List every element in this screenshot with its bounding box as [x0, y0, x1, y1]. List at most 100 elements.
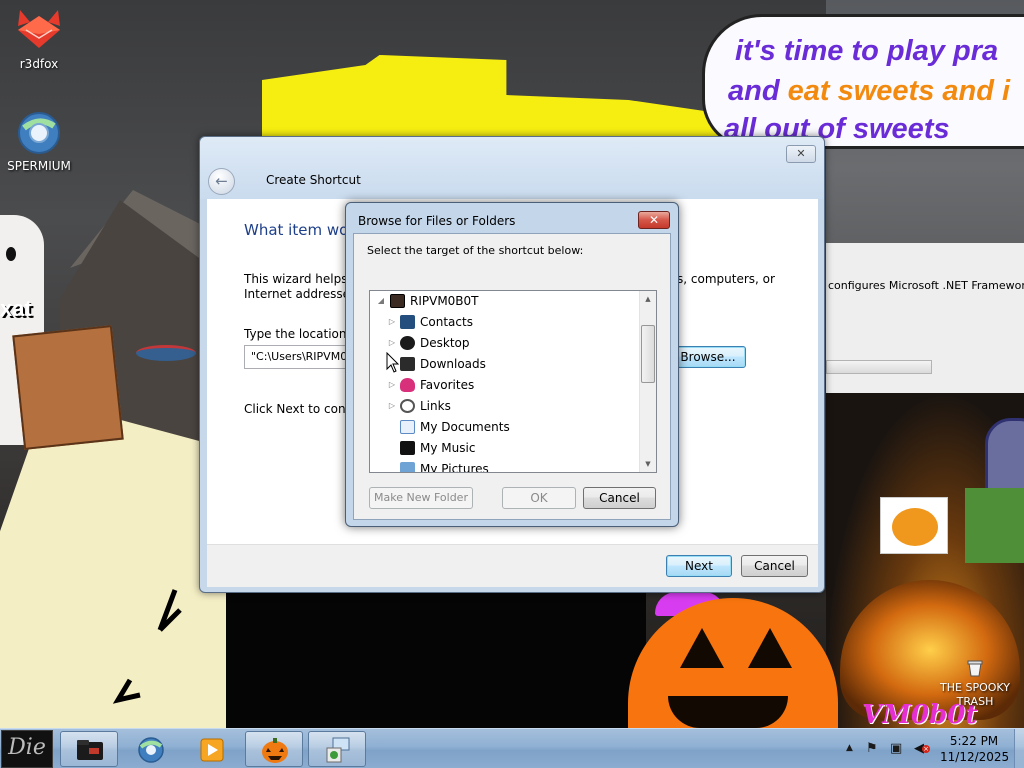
desktop-icon-spermium[interactable]: SPERMIUM [0, 110, 78, 174]
browse-button[interactable]: Browse... [670, 346, 746, 368]
wallpaper-grass [965, 488, 1024, 563]
tree-item-my-pictures[interactable]: My Pictures [370, 459, 640, 473]
wizard-intro-line-1-right: s, computers, or [677, 272, 775, 286]
favorites-icon [400, 378, 415, 392]
tree-item-label: My Pictures [420, 462, 489, 473]
system-tray: ▲ ⚑ ▣ ◀ × [846, 729, 936, 768]
bubble-line-1: it's time to play pra [735, 35, 999, 67]
scroll-thumb[interactable] [641, 325, 655, 383]
make-new-folder-button[interactable]: Make New Folder [369, 487, 473, 509]
pictures-icon [400, 462, 415, 472]
tree-item-label: Contacts [420, 315, 473, 329]
tree-item-computer[interactable]: ◢ RIPVM0B0T [370, 291, 640, 311]
tree-item-label: RIPVM0B0T [410, 294, 479, 308]
desktop-icon-spooky-trash[interactable]: THE SPOOKY TRASH [936, 658, 1014, 709]
shortcut-wizard-icon [326, 737, 350, 763]
taskbar-button-shortcut-wizard[interactable] [308, 731, 366, 767]
background-progress-bar [826, 360, 932, 374]
r3dfox-icon [18, 10, 60, 48]
desktop-icon-label: r3dfox [19, 57, 59, 71]
tree-item-desktop[interactable]: ▷ Desktop [370, 333, 640, 353]
next-hint: Click Next to contir [244, 402, 359, 416]
recycle-bin-icon [967, 660, 983, 677]
wallpaper-black-shape [226, 590, 646, 728]
wallpaper-small-pumpkin [880, 497, 948, 554]
location-label: Type the location o [244, 327, 358, 341]
pumpkin-icon [262, 738, 288, 763]
contacts-icon [400, 315, 415, 329]
ok-button[interactable]: OK [502, 487, 576, 509]
downloads-icon [400, 357, 415, 371]
tree-item-my-music[interactable]: My Music [370, 438, 640, 458]
cancel-button[interactable]: Cancel [741, 555, 808, 577]
links-icon [400, 399, 415, 413]
wallpaper-jack-o-lantern [628, 598, 838, 728]
dialog-body: Select the target of the shortcut below:… [353, 233, 671, 520]
desktop-icon-label: THE SPOOKY TRASH [940, 681, 1010, 708]
window-titlebar [200, 137, 824, 199]
wizard-intro-line-2: Internet addresses. [244, 287, 361, 301]
network-icon[interactable]: ▣ [890, 741, 902, 756]
start-button[interactable]: Die [1, 730, 53, 768]
close-button[interactable]: ✕ [786, 145, 816, 163]
mute-badge-icon: × [922, 745, 930, 753]
bubble-line-2: and eat sweets and i [728, 76, 1010, 106]
tree-item-label: My Documents [420, 420, 510, 434]
show-desktop-button[interactable] [1014, 729, 1024, 768]
dialog-cancel-button[interactable]: Cancel [583, 487, 656, 509]
tree-scrollbar[interactable]: ▲ ▼ [639, 291, 656, 472]
show-hidden-icons-icon[interactable]: ▲ [846, 743, 853, 753]
expand-arrow-icon[interactable]: ▷ [387, 396, 397, 416]
dialog-title: Browse for Files or Folders [358, 214, 516, 228]
bubble-line-2b: eat sweets and i [787, 75, 1011, 107]
collapse-arrow-icon[interactable]: ◢ [376, 291, 386, 311]
wizard-heading: What item wou [244, 221, 358, 239]
wallpaper-ghost-text: xat [0, 296, 32, 321]
bubble-line-2a: and [728, 75, 788, 107]
tree-item-my-documents[interactable]: My Documents [370, 417, 640, 437]
clock-time: 5:22 PM [949, 734, 999, 748]
desktop-folder-icon [400, 336, 415, 350]
next-button[interactable]: Next [666, 555, 732, 577]
media-player-icon [200, 738, 224, 762]
wizard-intro-line-1: This wizard helps y [244, 272, 359, 286]
browser-globe-icon [18, 112, 60, 154]
desktop-icon-label: SPERMIUM [7, 159, 71, 173]
wallpaper-fish [136, 345, 196, 361]
scroll-down-icon[interactable]: ▼ [640, 456, 656, 472]
tree-item-label: Downloads [420, 357, 486, 371]
back-arrow-icon[interactable]: ← [208, 168, 235, 195]
wallpaper-bag [12, 325, 124, 450]
wallpaper-scribble [112, 589, 182, 704]
taskbar-button-pumpkin[interactable] [245, 731, 303, 767]
window-title: Create Shortcut [266, 173, 361, 187]
dialog-prompt: Select the target of the shortcut below: [367, 244, 584, 257]
tree-item-links[interactable]: ▷ Links [370, 396, 640, 416]
desktop-icon-r3dfox[interactable]: r3dfox [0, 8, 78, 72]
folder-tree[interactable]: ◢ RIPVM0B0T ▷ Contacts ▷ Desktop ▷ Downl… [369, 290, 657, 473]
tree-item-label: Links [420, 399, 451, 413]
action-center-flag-icon[interactable]: ⚑ [866, 741, 878, 756]
tree-item-label: Desktop [420, 336, 470, 350]
taskbar-button-explorer[interactable] [60, 731, 118, 767]
expand-arrow-icon[interactable]: ▷ [387, 333, 397, 353]
clock-date: 11/12/2025 [940, 750, 1010, 764]
taskbar-button-browser[interactable] [121, 731, 179, 767]
taskbar-button-media-player[interactable] [182, 731, 240, 767]
tree-item-downloads[interactable]: ▷ Downloads [370, 354, 640, 374]
music-icon [400, 441, 415, 455]
expand-arrow-icon[interactable]: ▷ [387, 375, 397, 395]
browser-globe-icon [138, 737, 164, 763]
tree-item-label: My Music [420, 441, 476, 455]
tree-item-favorites[interactable]: ▷ Favorites [370, 375, 640, 395]
dialog-close-button[interactable]: ✕ [638, 211, 670, 229]
expand-arrow-icon[interactable]: ▷ [387, 312, 397, 332]
scroll-up-icon[interactable]: ▲ [640, 291, 656, 307]
mouse-cursor-icon [386, 352, 400, 373]
tree-item-label: Favorites [420, 378, 475, 392]
taskbar-clock[interactable]: 5:22 PM 11/12/2025 [940, 733, 1010, 765]
documents-icon [400, 420, 415, 434]
wizard-footer: Next Cancel [207, 544, 818, 587]
explorer-icon [77, 740, 103, 760]
tree-item-contacts[interactable]: ▷ Contacts [370, 312, 640, 332]
